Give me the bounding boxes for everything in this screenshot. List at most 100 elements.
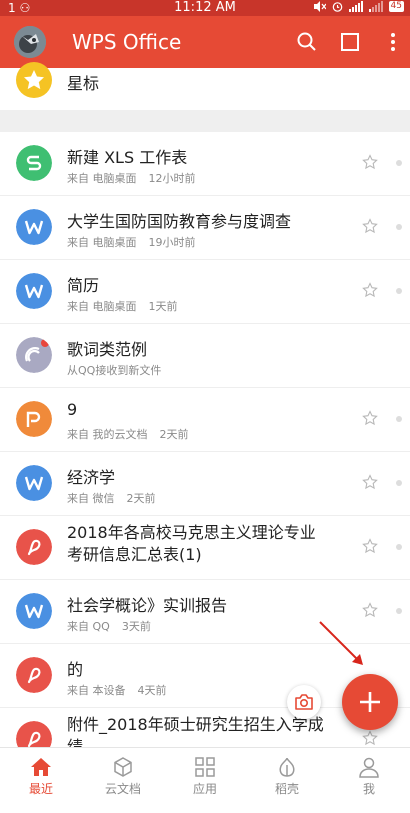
- file-source: 来自 QQ: [67, 620, 110, 633]
- file-meta: 来自 微信 2天前: [67, 490, 156, 506]
- alarm-icon: [332, 2, 342, 12]
- presentation-icon: [16, 401, 52, 437]
- file-name: 附件_2018年硕士研究生招生入学成: [67, 715, 324, 734]
- tab-me[interactable]: 我: [328, 748, 410, 800]
- star-outline-icon[interactable]: [362, 218, 378, 234]
- more-vert-icon[interactable]: [381, 30, 405, 54]
- more-dot[interactable]: [396, 544, 402, 550]
- plus-icon: [360, 692, 380, 712]
- pdf-icon: [16, 529, 52, 565]
- list-item[interactable]: 经济学 来自 微信 2天前: [0, 452, 410, 516]
- list-item[interactable]: 歌词类范例 从QQ接收到新文件: [0, 324, 410, 388]
- starred-entry[interactable]: 星标: [0, 62, 410, 110]
- file-name: 新建 XLS 工作表: [67, 148, 188, 167]
- qq-received-icon: [16, 337, 52, 373]
- apps-icon: [195, 757, 215, 777]
- star-outline-icon[interactable]: [362, 602, 378, 618]
- app-title: WPS Office: [72, 30, 182, 54]
- leaf-icon: [279, 757, 295, 777]
- annotation-arrow-icon: [319, 621, 363, 665]
- more-dot[interactable]: [396, 224, 402, 230]
- pdf-icon: [16, 657, 52, 693]
- signal-2-icon: [368, 1, 383, 12]
- list-item[interactable]: 大学生国防国防教育参与度调查 来自 电脑桌面 19小时前: [0, 196, 410, 260]
- file-name: 简历: [67, 276, 100, 295]
- file-source: 来自 微信: [67, 492, 115, 505]
- file-meta: 来自 电脑桌面 1天前: [67, 298, 178, 314]
- more-dot[interactable]: [396, 480, 402, 486]
- avatar-image-icon: [14, 26, 46, 58]
- status-bar: 1 ⚇ 11:12 AM 45: [0, 0, 410, 16]
- file-name: 的: [67, 660, 84, 679]
- file-meta: 来自 电脑桌面 12小时前: [67, 170, 196, 186]
- file-source: 来自 我的云文档: [67, 428, 148, 441]
- word-doc-icon: [16, 465, 52, 501]
- list-item[interactable]: 新建 XLS 工作表 来自 电脑桌面 12小时前: [0, 132, 410, 196]
- star-outline-icon[interactable]: [362, 474, 378, 490]
- home-icon: [31, 758, 51, 776]
- camera-icon: [295, 694, 313, 710]
- file-name: 歌词类范例: [67, 340, 148, 359]
- file-source: 从QQ接收到新文件: [67, 364, 162, 377]
- file-time: 19小时前: [148, 236, 196, 249]
- section-divider: [0, 110, 410, 132]
- file-source: 来自 电脑桌面: [67, 300, 137, 313]
- list-item[interactable]: 2018年各高校马克思主义理论专业 考研信息汇总表(1): [0, 516, 410, 580]
- file-name: 大学生国防国防教育参与度调查: [67, 212, 292, 231]
- avatar[interactable]: [14, 26, 46, 58]
- file-source: 来自 电脑桌面: [67, 172, 137, 185]
- file-source: 来自 本设备: [67, 684, 126, 697]
- more-dot[interactable]: [396, 608, 402, 614]
- spreadsheet-icon: [16, 145, 52, 181]
- tab-label: 应用: [192, 782, 217, 796]
- file-meta: 来自 我的云文档 2天前: [67, 426, 189, 442]
- star-icon: [16, 62, 52, 98]
- select-icon[interactable]: [338, 30, 362, 54]
- word-doc-icon: [16, 593, 52, 629]
- star-outline-icon[interactable]: [362, 154, 378, 170]
- tab-apps[interactable]: 应用: [164, 748, 246, 800]
- star-outline-icon[interactable]: [362, 538, 378, 554]
- starred-label: 星标: [67, 74, 100, 93]
- battery-level: 45: [388, 1, 404, 12]
- tab-recent[interactable]: 最近: [0, 748, 82, 800]
- cloud-box-icon: [114, 757, 132, 777]
- more-dot[interactable]: [396, 288, 402, 294]
- star-outline-icon[interactable]: [362, 282, 378, 298]
- more-dot[interactable]: [396, 416, 402, 422]
- file-name: 经济学: [67, 468, 116, 487]
- app-bar: WPS Office: [0, 16, 410, 68]
- list-item[interactable]: 简历 来自 电脑桌面 1天前: [0, 260, 410, 324]
- list-item[interactable]: 9 来自 我的云文档 2天前: [0, 388, 410, 452]
- new-document-button[interactable]: [342, 674, 398, 730]
- file-meta: 来自 QQ 3天前: [67, 618, 151, 634]
- status-right-icons: 45: [313, 1, 404, 12]
- file-time: 2天前: [126, 492, 156, 505]
- star-outline-icon[interactable]: [362, 410, 378, 426]
- file-meta: 来自 本设备 4天前: [67, 682, 167, 698]
- word-doc-icon: [16, 273, 52, 309]
- person-icon: [359, 757, 379, 778]
- more-dot[interactable]: [396, 160, 402, 166]
- mute-icon: [313, 1, 326, 12]
- tab-docer[interactable]: 稻壳: [246, 748, 328, 800]
- file-time: 12小时前: [148, 172, 196, 185]
- star-outline-icon[interactable]: [362, 730, 378, 746]
- file-meta: 来自 电脑桌面 19小时前: [67, 234, 196, 250]
- file-source: 来自 电脑桌面: [67, 236, 137, 249]
- tab-label: 稻壳: [274, 782, 299, 796]
- search-icon[interactable]: [295, 30, 319, 54]
- tab-cloud-docs[interactable]: 云文档: [82, 748, 164, 800]
- bottom-nav: 最近 云文档 应用 稻壳 我: [0, 747, 410, 800]
- signal-icon: [348, 1, 363, 12]
- tab-label: 云文档: [104, 782, 141, 796]
- file-name: 2018年各高校马克思主义理论专业: [67, 523, 316, 542]
- word-doc-icon: [16, 209, 52, 245]
- file-name: 9: [67, 400, 78, 419]
- file-time: 1天前: [148, 300, 178, 313]
- file-time: 4天前: [137, 684, 167, 697]
- tab-label: 最近: [28, 782, 53, 796]
- camera-button[interactable]: [287, 685, 321, 719]
- footer-space: [0, 799, 410, 813]
- tab-label: 我: [362, 782, 375, 796]
